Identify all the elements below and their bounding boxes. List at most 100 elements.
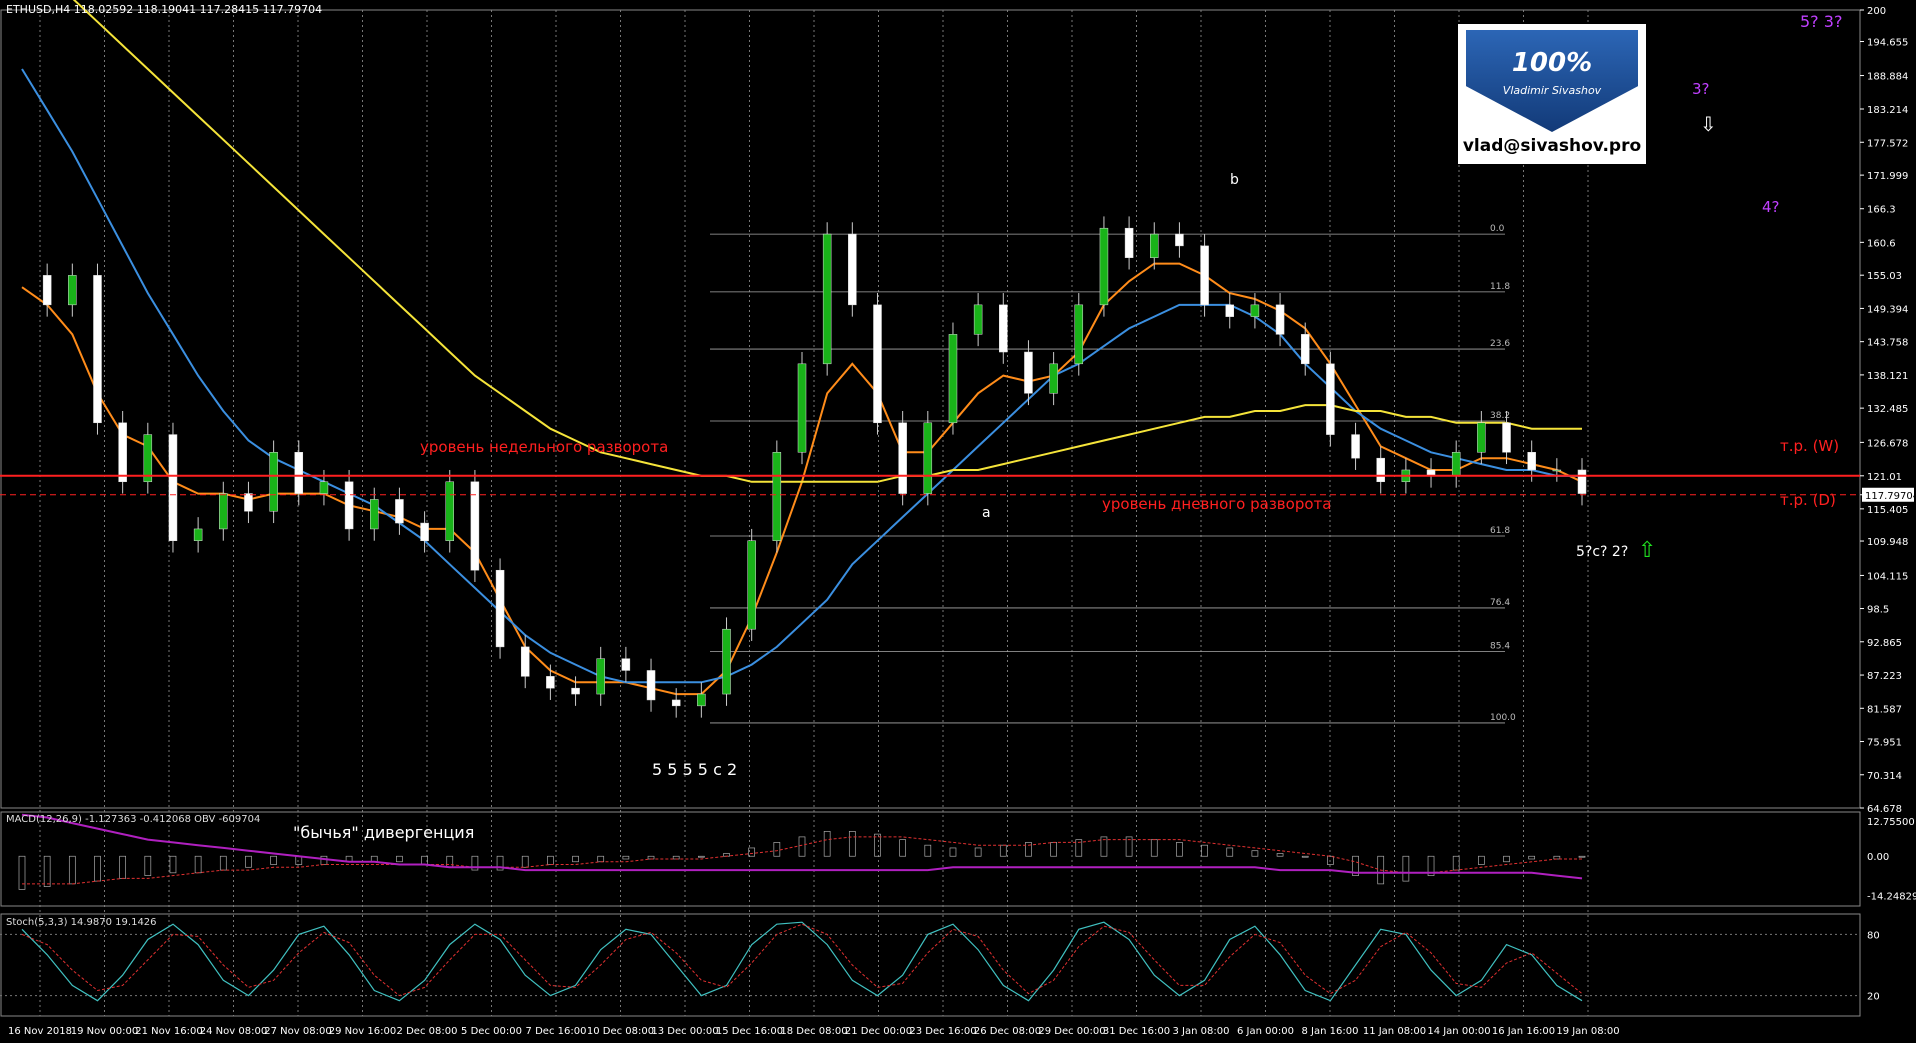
badge-email[interactable]: vlad@sivashov.pro	[1460, 136, 1644, 156]
macd-bar	[1402, 855, 1410, 882]
candle-body	[244, 493, 253, 512]
price-tick-label: 171.999	[1867, 171, 1908, 182]
candle-body	[1577, 469, 1587, 494]
macd-bar	[1528, 855, 1536, 860]
price-tick-label: 109.948	[1867, 537, 1908, 548]
macd-bar	[974, 847, 982, 857]
candle-body	[873, 304, 882, 424]
macd-bar	[622, 855, 630, 860]
ma-line-ma_fast	[21, 262, 1583, 696]
candle-body	[93, 275, 102, 424]
x-tick-label: 13 Dec 00:00	[651, 1026, 718, 1037]
x-tick-label: 11 Jan 08:00	[1363, 1026, 1426, 1037]
candle-body	[495, 569, 505, 648]
candle-body	[1099, 227, 1109, 306]
candle-body	[1200, 245, 1209, 306]
price-tick-label: 160.6	[1867, 238, 1896, 249]
candle-body	[772, 452, 782, 541]
candle-body	[395, 499, 404, 524]
macd-tick-label: 0.00	[1867, 852, 1889, 863]
candle-body	[1225, 304, 1234, 317]
x-tick-label: 15 Dec 16:00	[716, 1026, 783, 1037]
candle-body	[420, 522, 429, 541]
macd-bar	[1503, 855, 1510, 863]
macd-bar	[1226, 847, 1234, 857]
candle-body	[1124, 227, 1134, 258]
candle-body	[445, 481, 454, 541]
macd-bar	[1578, 855, 1586, 858]
price-tick-label: 177.572	[1867, 138, 1908, 149]
wave-4q-label: 4?	[1762, 198, 1780, 216]
x-tick-label: 19 Nov 00:00	[71, 1026, 138, 1037]
price-tick-label: 115.405	[1867, 505, 1908, 516]
candle-body	[999, 304, 1008, 353]
macd-bar	[219, 855, 227, 871]
price-tick-label: 194.655	[1867, 38, 1908, 49]
x-tick-label: 5 Dec 00:00	[461, 1026, 522, 1037]
candle-body	[1275, 304, 1285, 335]
macd-bar	[924, 844, 932, 857]
x-tick-label: 19 Jan 08:00	[1556, 1026, 1619, 1037]
x-tick-label: 27 Nov 08:00	[264, 1026, 331, 1037]
macd-bar	[245, 855, 252, 868]
x-tick-label: 14 Jan 00:00	[1427, 1026, 1490, 1037]
candle-body	[520, 646, 530, 677]
macd-bar	[823, 831, 831, 857]
x-tick-label: 31 Dec 16:00	[1103, 1026, 1170, 1037]
price-tick-label: 132.485	[1867, 404, 1908, 415]
macd-bar	[1452, 855, 1460, 871]
price-tick-label: 200	[1867, 6, 1886, 17]
macd-bar	[446, 855, 454, 868]
shield-logo-icon	[1466, 30, 1638, 132]
grid	[39, 10, 1589, 1016]
candle-body	[822, 233, 832, 365]
candle-body	[1326, 363, 1335, 435]
macd-bar	[748, 847, 756, 857]
candle-body	[168, 434, 178, 541]
badge-name: Vladimir Sivashov	[1502, 84, 1602, 97]
candle-body	[621, 658, 631, 671]
price-tick-label: 166.3	[1867, 205, 1896, 216]
candle-body	[848, 233, 857, 306]
candle-body	[671, 699, 681, 707]
candle-body	[294, 452, 304, 494]
candle-body	[571, 687, 580, 695]
x-tick-label: 2 Dec 08:00	[397, 1026, 458, 1037]
x-tick-label: 23 Dec 16:00	[909, 1026, 976, 1037]
daily-level-label: уровень дневного разворота	[1102, 495, 1332, 513]
macd-bar	[848, 831, 856, 857]
tp-d-label: т.р. (D)	[1780, 491, 1836, 509]
x-tick-label: 16 Jan 16:00	[1492, 1026, 1555, 1037]
candle-body	[596, 658, 605, 695]
candle-body	[697, 693, 706, 707]
candle-body	[269, 452, 278, 512]
x-tick-label: 26 Dec 08:00	[974, 1026, 1041, 1037]
arrow-down-icon: ⇩	[1700, 112, 1717, 136]
price-tick-label: 81.587	[1867, 704, 1902, 715]
macd-bar	[521, 855, 529, 868]
fib-label: 85.4	[1490, 642, 1510, 652]
author-badge: 100% Vladimir Sivashov vlad@sivashov.pro	[1458, 24, 1646, 164]
candle-body	[370, 499, 379, 530]
candle-body	[1150, 233, 1159, 258]
candle-body	[1300, 334, 1310, 365]
price-tick-label: 121.01	[1867, 472, 1902, 483]
macd-bar	[1050, 842, 1057, 857]
badge-percent: 100%	[1511, 48, 1593, 78]
arrow-up-icon: ⇧	[1638, 538, 1657, 563]
x-tick-label: 21 Nov 16:00	[135, 1026, 202, 1037]
candle-body	[1175, 233, 1184, 247]
candle-body	[143, 434, 153, 483]
candle-body	[646, 670, 656, 701]
candle-body	[797, 363, 807, 453]
stoch-d-line	[21, 923, 1583, 997]
candle-body	[1451, 452, 1461, 477]
price-tick-label: 92.865	[1867, 638, 1902, 649]
candle-body	[1024, 351, 1033, 394]
price-tick-label: 138.121	[1867, 371, 1908, 382]
candle-body	[1376, 457, 1385, 483]
macd-bar	[999, 844, 1007, 857]
price-tick-label: 183.214	[1867, 105, 1908, 116]
candle-body	[344, 481, 354, 530]
macd-bar	[119, 855, 126, 879]
